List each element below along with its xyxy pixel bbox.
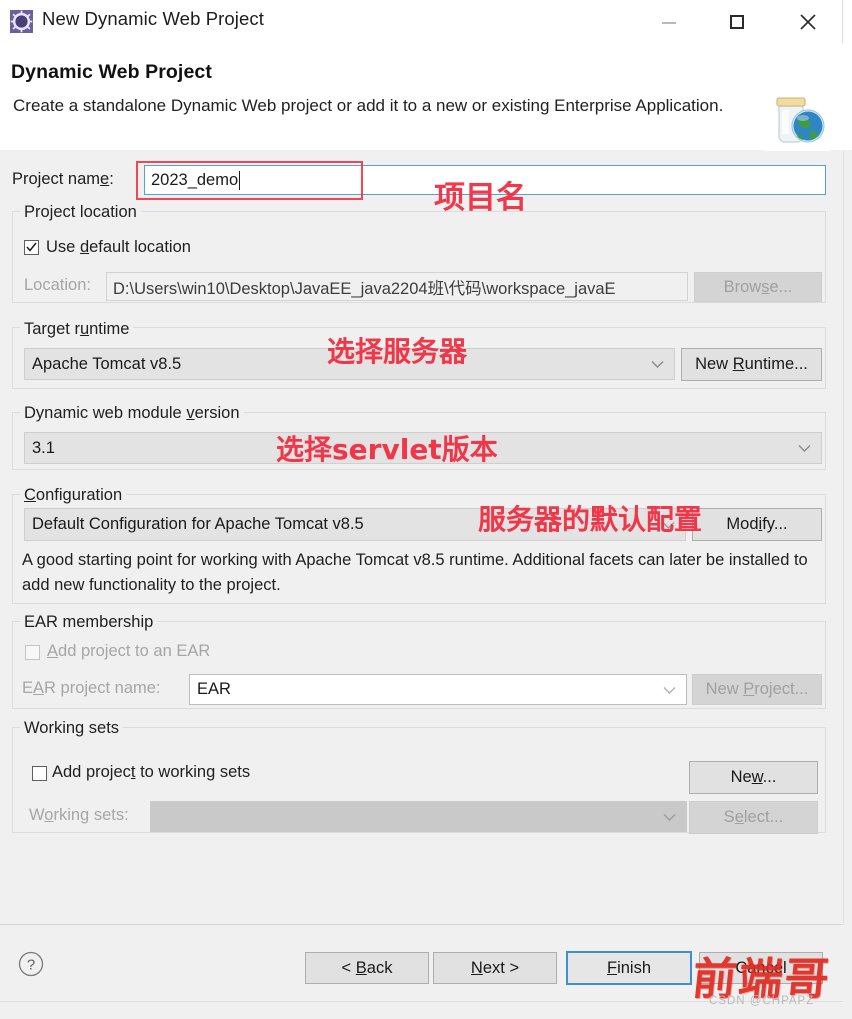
close-button[interactable] (780, 0, 836, 43)
chevron-down-icon (663, 680, 676, 699)
annotation-target-runtime: 选择服务器 (327, 335, 468, 368)
ear-membership-group-title: EAR membership (20, 613, 158, 632)
new-working-set-label: New... (730, 768, 777, 786)
add-project-to-working-sets-label: Add project to working sets (52, 763, 251, 781)
browse-button: Browse... (694, 272, 822, 302)
new-ear-project-button: New Project... (692, 674, 822, 705)
finish-button[interactable]: Finish (566, 951, 692, 985)
chevron-down-icon (651, 355, 664, 374)
page-description: Create a standalone Dynamic Web project … (13, 96, 724, 115)
ear-project-name-label: EAR project name: (22, 679, 161, 697)
check-icon (26, 242, 37, 252)
footer-separator-top (0, 924, 843, 925)
wizard-body: Project name: 2023_demo Project location… (0, 151, 852, 924)
close-icon (800, 13, 816, 30)
working-sets-label: Working sets: (29, 806, 129, 824)
dialog-window: New Dynamic Web Project Dynamic Web Proj… (0, 0, 852, 1019)
jar-globe-icon (764, 90, 830, 152)
chevron-down-icon (798, 439, 811, 458)
cancel-label: Cancel (735, 958, 787, 977)
window-edge (842, 0, 843, 43)
finish-label: Finish (606, 958, 652, 977)
ear-project-name-combo: EAR (189, 674, 687, 705)
use-default-location-label: Use default location (46, 238, 191, 256)
footer-separator-bottom (0, 1001, 843, 1002)
maximize-icon (730, 14, 744, 29)
configuration-value: Default Configuration for Apache Tomcat … (32, 515, 364, 533)
eclipse-project-icon (10, 10, 33, 33)
add-project-to-working-sets-checkbox[interactable] (32, 766, 47, 781)
cancel-button[interactable]: Cancel (699, 952, 823, 984)
target-runtime-group-title: Target runtime (20, 320, 134, 339)
svg-text:?: ? (27, 957, 35, 974)
page-title: Dynamic Web Project (11, 61, 212, 83)
module-version-group-title: Dynamic web module version (20, 404, 244, 423)
annotation-configuration: 服务器的默认配置 (478, 503, 703, 536)
target-runtime-value: Apache Tomcat v8.5 (32, 354, 182, 373)
module-version-value: 3.1 (32, 438, 55, 457)
back-button[interactable]: < Back (305, 952, 429, 984)
use-default-location-checkbox[interactable] (24, 240, 39, 255)
wizard-header: Dynamic Web Project Create a standalone … (0, 43, 852, 194)
annotation-project-name: 项目名 (434, 180, 527, 216)
add-project-to-ear-checkbox (25, 645, 40, 660)
annotation-module-version: 选择servlet版本 (276, 433, 498, 466)
new-runtime-button[interactable]: New Runtime... (681, 348, 822, 381)
select-working-set-label: Select... (723, 808, 784, 826)
title-bar: New Dynamic Web Project (0, 0, 852, 44)
help-question-icon[interactable]: ? (18, 951, 44, 977)
location-value: D:\Users\win10\Desktop\JavaEE_java2204班\… (113, 279, 616, 298)
new-working-set-button[interactable]: New... (689, 761, 818, 794)
working-sets-combo (150, 801, 687, 832)
modify-label: Modify... (726, 515, 788, 533)
back-label: < Back (341, 958, 393, 977)
modify-button[interactable]: Modify... (692, 508, 822, 541)
next-button[interactable]: Next > (433, 952, 557, 984)
minimize-icon (662, 21, 676, 24)
next-label: Next > (470, 958, 520, 977)
chevron-down-icon (663, 807, 676, 826)
configuration-group-title: Configuration (20, 486, 127, 505)
project-location-group-title: Project location (20, 203, 141, 222)
annotation-highlight-box (136, 161, 363, 200)
minimize-button[interactable] (641, 0, 697, 43)
project-name-label: Project name: (12, 170, 114, 188)
select-working-set-button: Select... (689, 801, 818, 834)
location-label: Location: (24, 276, 91, 294)
new-ear-project-label: New Project... (705, 680, 809, 698)
configuration-description: A good starting point for working with A… (22, 551, 808, 594)
maximize-button[interactable] (709, 0, 765, 43)
working-sets-group-title: Working sets (20, 719, 124, 738)
add-project-to-ear-label: Add project to an EAR (47, 642, 211, 660)
window-title: New Dynamic Web Project (42, 8, 264, 29)
browse-label: Browse... (723, 277, 793, 296)
location-input: D:\Users\win10\Desktop\JavaEE_java2204班\… (106, 272, 688, 301)
new-runtime-label: New Runtime... (695, 355, 808, 373)
ear-project-name-value: EAR (197, 680, 231, 698)
body-edge (843, 151, 844, 924)
